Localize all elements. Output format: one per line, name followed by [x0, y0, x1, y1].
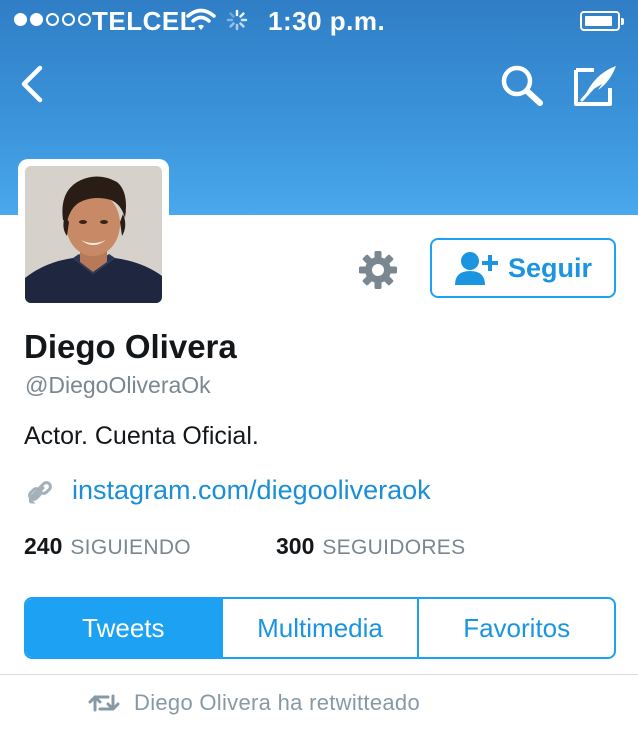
avatar-frame	[18, 159, 169, 310]
followers-count: 300	[276, 533, 315, 559]
profile-tabs: Tweets Multimedia Favoritos	[24, 597, 616, 659]
signal-strength-icon	[14, 13, 91, 26]
tab-tweets[interactable]: Tweets	[26, 599, 221, 657]
tab-multimedia[interactable]: Multimedia	[220, 599, 418, 657]
following-count: 240	[24, 533, 63, 559]
wifi-icon	[186, 8, 216, 30]
follow-button-label: Seguir	[507, 252, 593, 283]
carrier-name: TELCEL	[92, 6, 197, 36]
following-label: SIGUIENDO	[70, 536, 191, 559]
section-divider	[0, 674, 638, 675]
settings-gear-icon[interactable]	[356, 248, 400, 292]
link-chain-icon	[28, 480, 52, 504]
following-stat[interactable]: 240 SIGUIENDO	[24, 533, 191, 560]
avatar-photo	[25, 166, 162, 303]
battery-icon	[580, 11, 624, 31]
followers-label: SEGUIDORES	[322, 536, 466, 559]
avatar[interactable]	[25, 166, 162, 303]
status-bar: TELCEL 1:30 p.m.	[0, 0, 638, 42]
search-icon[interactable]	[498, 62, 546, 108]
profile-name: Diego Olivera	[24, 328, 237, 365]
profile-handle: @DiegoOliveraOk	[25, 372, 211, 398]
compose-tweet-icon[interactable]	[572, 60, 620, 108]
profile-bio: Actor. Cuenta Oficial.	[24, 422, 259, 450]
back-chevron-icon[interactable]	[18, 64, 48, 104]
retweet-notice-text: Diego Olivera ha retwitteado	[134, 690, 420, 715]
add-user-icon	[454, 252, 498, 285]
retweet-notice: Diego Olivera ha retwitteado	[88, 690, 420, 716]
profile-website-link[interactable]: instagram.com/diegooliveraok	[72, 475, 431, 506]
activity-spinner-icon	[226, 9, 248, 31]
retweet-icon	[88, 694, 120, 712]
follow-button[interactable]: Seguir	[430, 238, 616, 298]
followers-stat[interactable]: 300 SEGUIDORES	[276, 533, 465, 560]
profile-link-row: instagram.com/diegooliveraok	[26, 475, 431, 506]
tab-favoritos[interactable]: Favoritos	[417, 599, 614, 657]
clock-time: 1:30 p.m.	[268, 6, 386, 36]
